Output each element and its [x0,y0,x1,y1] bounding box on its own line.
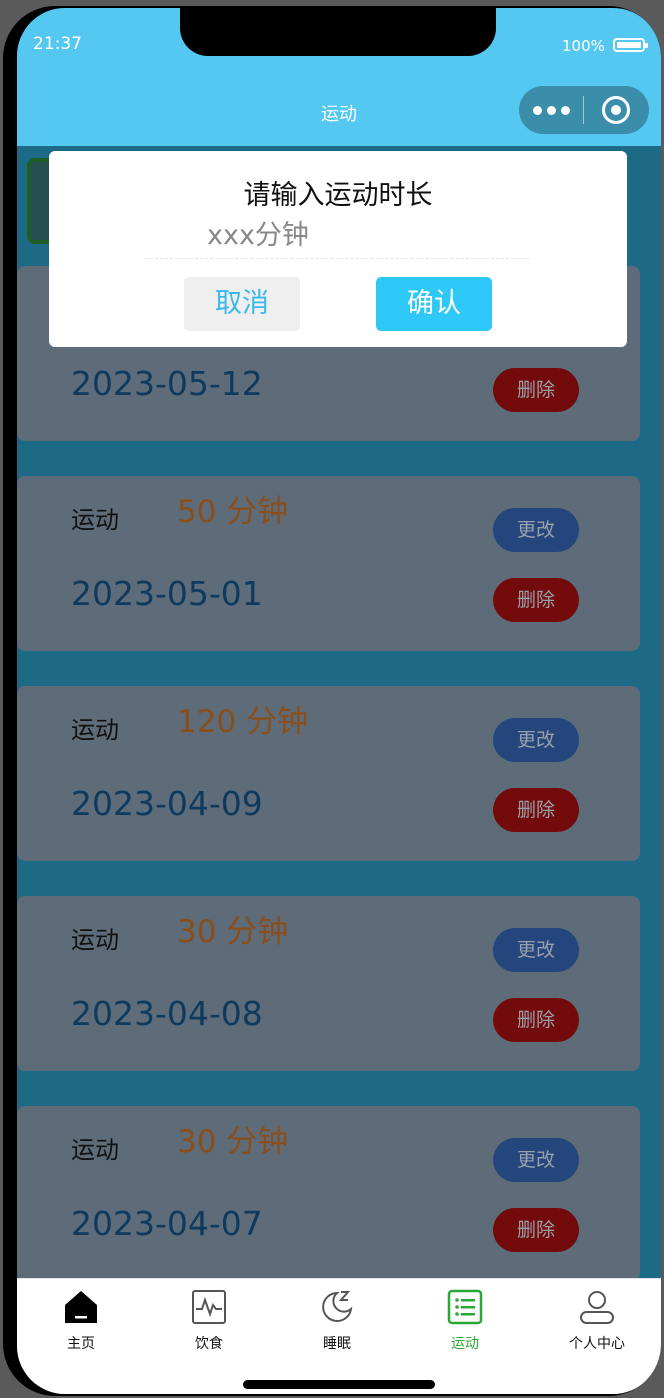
more-icon[interactable] [533,98,573,122]
cancel-button[interactable]: 取消 [184,277,300,331]
phone-frame: 21:37 100% 运动 运动 2023-05-12 更改 删除 运动 50 [3,6,661,1396]
tab-label: 主页 [67,1336,95,1352]
record-card: 运动 120 分钟 2023-04-09 更改 删除 [17,686,640,861]
record-card: 运动 30 分钟 2023-04-07 更改 删除 [17,1106,640,1281]
notch [180,8,496,56]
record-minutes: 50 分钟 [177,494,289,530]
tab-bar: 主页 饮食 睡眠 运动 个人中心 [17,1278,661,1394]
record-label: 运动 [71,1136,119,1164]
battery-icon [613,38,648,52]
tab-sleep[interactable]: 睡眠 [273,1279,401,1359]
edit-button[interactable]: 更改 [493,928,579,972]
screen: 21:37 100% 运动 运动 2023-05-12 更改 删除 运动 50 [17,8,661,1394]
record-date: 2023-05-01 [71,574,263,613]
delete-button[interactable]: 删除 [493,578,579,622]
record-label: 运动 [71,926,119,954]
record-date: 2023-04-08 [71,994,263,1033]
tab-diet[interactable]: 饮食 [145,1279,273,1359]
record-card: 运动 50 分钟 2023-05-01 更改 删除 [17,476,640,651]
mini-program-capsule [519,86,649,134]
tab-exercise[interactable]: 运动 [401,1279,529,1359]
moon-sleep-icon [322,1291,353,1322]
home-icon [65,1291,97,1323]
edit-button[interactable]: 更改 [493,1138,579,1182]
status-time: 21:37 [33,34,82,54]
record-date: 2023-04-09 [71,784,263,823]
record-card: 运动 30 分钟 2023-04-08 更改 删除 [17,896,640,1071]
capsule-divider [583,96,584,124]
edit-button[interactable]: 更改 [493,718,579,762]
record-minutes: 30 分钟 [177,914,289,950]
record-minutes: 30 分钟 [177,1124,289,1160]
tab-label: 运动 [451,1336,479,1352]
record-label: 运动 [71,716,119,744]
home-indicator [243,1380,435,1389]
battery-percent: 100% [562,37,605,55]
user-icon [580,1291,614,1324]
record-date: 2023-04-07 [71,1204,263,1243]
tab-label: 个人中心 [569,1336,625,1352]
tab-label: 饮食 [195,1336,223,1352]
delete-button[interactable]: 删除 [493,998,579,1042]
close-miniprogram-icon[interactable] [602,96,630,124]
nav-header: 21:37 100% 运动 [17,8,661,146]
edit-button[interactable]: 更改 [493,508,579,552]
pulse-icon [192,1290,226,1324]
confirm-button[interactable]: 确认 [376,277,492,331]
delete-button[interactable]: 删除 [493,788,579,832]
delete-button[interactable]: 删除 [493,1208,579,1252]
tab-profile[interactable]: 个人中心 [533,1279,661,1359]
list-icon [447,1289,483,1325]
tab-label: 睡眠 [323,1336,351,1352]
delete-button[interactable]: 删除 [493,368,579,412]
duration-dialog: 请输入运动时长 取消 确认 [49,151,627,347]
duration-input[interactable] [145,213,529,259]
record-label: 运动 [71,506,119,534]
record-minutes: 120 分钟 [177,704,309,740]
tab-home[interactable]: 主页 [17,1279,145,1359]
dialog-title: 请输入运动时长 [243,180,433,211]
record-date: 2023-05-12 [71,364,263,403]
